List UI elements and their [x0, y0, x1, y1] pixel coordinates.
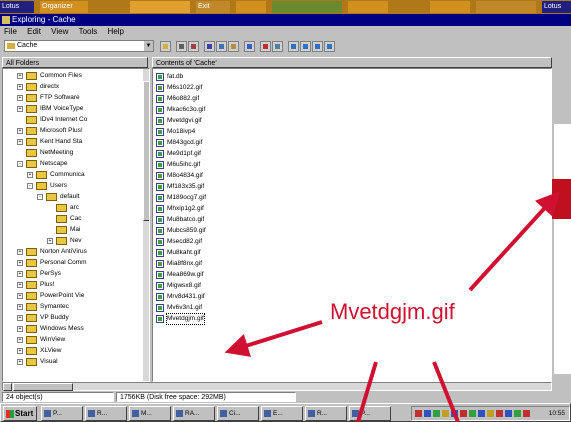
- arrow-to-file: [224, 320, 323, 357]
- annotation-callout: Mvetdgjm.gif: [330, 299, 455, 324]
- arrow-down-right: [432, 361, 460, 422]
- annotation-overlay: [224, 191, 561, 422]
- arrow-down-left: [356, 361, 378, 422]
- arrow-to-button: [468, 191, 561, 292]
